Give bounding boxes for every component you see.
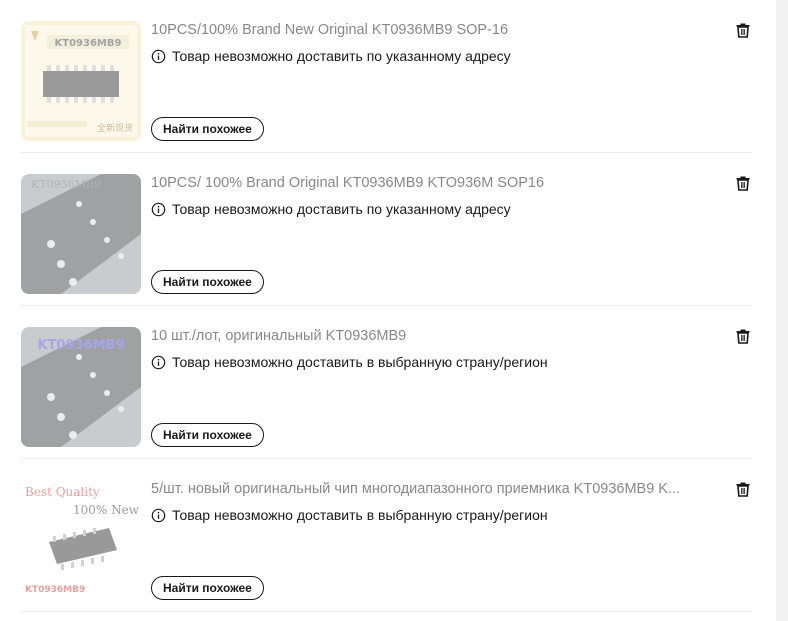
delivery-notice: Товар невозможно доставить по указанному… xyxy=(151,200,511,218)
find-similar-button[interactable]: Найти похожее xyxy=(151,270,264,294)
find-similar-button[interactable]: Найти похожее xyxy=(151,576,264,600)
trash-icon[interactable] xyxy=(734,480,752,498)
delivery-notice: Товар невозможно доставить в выбранную с… xyxy=(151,353,548,371)
cart-unavailable-items-list: KT0936MB9 全新现货 10PCS/100% Brand New Orig… xyxy=(21,0,752,612)
trash-icon[interactable] xyxy=(734,21,752,39)
product-title[interactable]: 5/шт. новый оригинальный чип многодиапаз… xyxy=(151,480,691,498)
product-image[interactable]: KT0936MB9 xyxy=(21,174,141,294)
list-item: Best Quality 100% New KT0936MB9 5/шт. но… xyxy=(21,459,752,612)
delivery-notice-text: Товар невозможно доставить по указанному… xyxy=(172,201,511,217)
trash-icon[interactable] xyxy=(734,174,752,192)
find-similar-button[interactable]: Найти похожее xyxy=(151,117,264,141)
thumb-badge: Best Quality xyxy=(25,485,100,499)
delivery-notice: Товар невозможно доставить по указанному… xyxy=(151,47,511,65)
product-image[interactable]: KT0936MB9 全新现货 xyxy=(21,21,141,141)
info-circle-icon xyxy=(151,355,166,370)
product-title[interactable]: 10PCS/100% Brand New Original KT0936MB9 … xyxy=(151,21,691,39)
delivery-notice-text: Товар невозможно доставить по указанному… xyxy=(172,48,511,64)
delivery-notice-text: Товар невозможно доставить в выбранную с… xyxy=(172,354,548,370)
delivery-notice-text: Товар невозможно доставить в выбранную с… xyxy=(172,507,548,523)
info-circle-icon xyxy=(151,49,166,64)
info-circle-icon xyxy=(151,508,166,523)
thumb-footer: 全新现货 xyxy=(97,122,133,134)
scrollbar[interactable] xyxy=(776,0,788,621)
product-image[interactable]: KT0936MB9 xyxy=(21,327,141,447)
thumb-label: KT0936MB9 xyxy=(25,585,85,595)
info-circle-icon xyxy=(151,202,166,217)
list-item: KT0936MB9 全新现货 10PCS/100% Brand New Orig… xyxy=(21,0,752,153)
list-item: KT0936MB9 10 шт./лот, оригинальный KT093… xyxy=(21,306,752,459)
thumb-label: KT0936MB9 xyxy=(37,338,124,353)
product-image[interactable]: Best Quality 100% New KT0936MB9 xyxy=(21,480,141,600)
thumb-sub: 100% New xyxy=(73,503,140,517)
thumb-label: KT0936MB9 xyxy=(55,38,122,49)
thumb-label: KT0936MB9 xyxy=(31,178,101,191)
trash-icon[interactable] xyxy=(734,327,752,345)
product-title[interactable]: 10 шт./лот, оригинальный KT0936MB9 xyxy=(151,327,691,345)
delivery-notice: Товар невозможно доставить в выбранную с… xyxy=(151,506,548,524)
product-title[interactable]: 10PCS/ 100% Brand Original KT0936MB9 KTO… xyxy=(151,174,691,192)
list-item: KT0936MB9 10PCS/ 100% Brand Original KT0… xyxy=(21,153,752,306)
find-similar-button[interactable]: Найти похожее xyxy=(151,423,264,447)
